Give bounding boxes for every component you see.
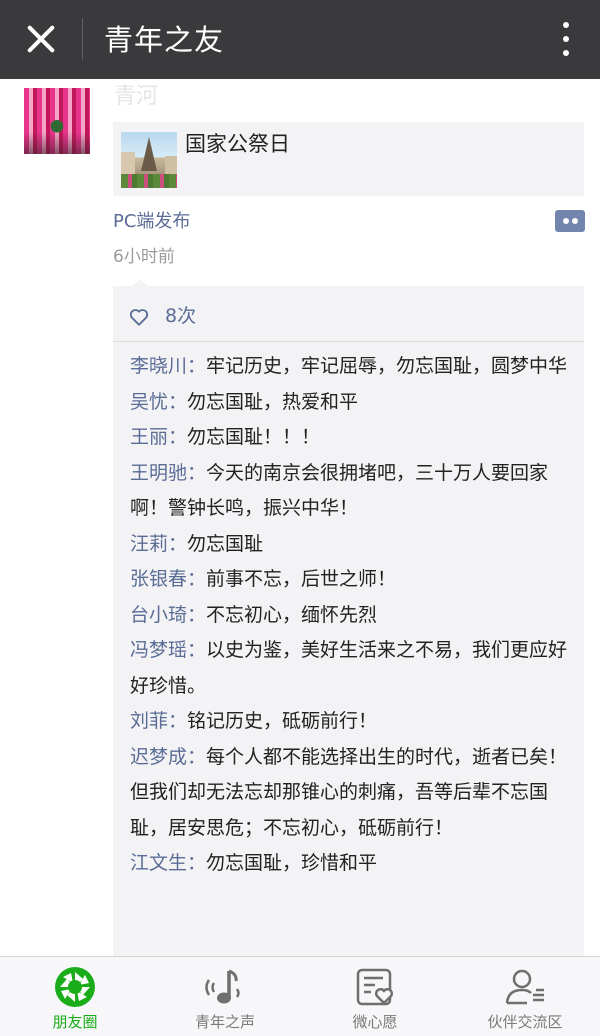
comment-text: 前事不忘，后世之师！ [206,568,397,590]
post-author[interactable]: 青河 [114,84,158,110]
close-icon[interactable] [22,20,60,58]
comment-item[interactable]: 江文生：勿忘国耻，珍惜和平 [130,846,570,882]
shared-link-card[interactable]: 国家公祭日 [113,122,584,196]
wish-card-icon [356,968,393,1006]
likes-divider [113,341,584,342]
comment-author[interactable]: 李晓川 [130,355,187,377]
comment-text: 勿忘国耻，珍惜和平 [206,852,378,874]
comment-icon[interactable] [555,210,585,232]
comment-text: 牢记历史，牢记屈辱，勿忘国耻，圆梦中华 [206,355,568,377]
comment-separator: ： [168,532,188,555]
comment-author[interactable]: 王明驰 [130,462,187,484]
page-title: 青年之友 [104,23,225,57]
comment-item[interactable]: 冯梦瑶：以史为鉴，美好生活来之不易，我们更应好好珍惜。 [130,633,570,704]
moments-camera-icon [55,967,95,1007]
post-time: 6小时前 [113,247,175,267]
avatar[interactable] [24,88,90,154]
more-vertical-icon[interactable] [556,20,576,60]
post-source[interactable]: PC端发布 [113,209,190,235]
comment-author[interactable]: 迟梦成 [130,746,187,768]
likes-count: 8次 [165,305,197,327]
bottom-tab-bar: 朋友圈 青年之声 微心愿 伙伴交流区 [0,956,600,1036]
comment-author[interactable]: 台小琦 [130,604,187,626]
comment-item[interactable]: 张银春：前事不忘，后世之师！ [130,562,570,598]
comment-text: 勿忘国耻 [187,532,264,555]
comment-separator: ： [187,745,207,768]
comment-item[interactable]: 刘菲：铭记历史，砥砺前行！ [130,704,570,740]
comment-author[interactable]: 王丽 [130,426,168,448]
comment-separator: ： [187,603,207,626]
comment-author[interactable]: 刘菲 [130,710,168,732]
comment-text: 勿忘国耻，热爱和平 [187,390,359,413]
tab-youth-voice[interactable]: 青年之声 [150,957,300,1036]
comment-text: 铭记历史，砥砺前行！ [187,710,378,732]
music-note-icon [205,969,240,1004]
comment-author[interactable]: 江文生 [130,852,187,874]
link-thumbnail [121,132,177,188]
comment-separator: ： [187,461,207,484]
comment-text: 勿忘国耻！！！ [187,426,321,448]
tab-partner-exchange[interactable]: 伙伴交流区 [450,957,600,1036]
tab-micro-wish[interactable]: 微心愿 [300,957,450,1036]
comment-separator: ： [168,710,188,732]
comment-item[interactable]: 汪莉：勿忘国耻 [130,527,570,563]
comment-author[interactable]: 吴忧 [130,391,168,413]
comment-separator: ： [168,426,188,448]
comment-item[interactable]: 王丽：勿忘国耻！！！ [130,420,570,456]
comment-text: 不忘初心，缅怀先烈 [206,603,378,626]
comment-author[interactable]: 汪莉 [130,533,168,555]
comment-separator: ： [187,852,207,874]
bar-divider [82,18,83,60]
comment-separator: ： [168,390,188,413]
comment-separator: ： [187,568,207,590]
heart-icon [129,309,149,326]
comment-item[interactable]: 李晓川：牢记历史，牢记屈辱，勿忘国耻，圆梦中华 [130,349,570,385]
tab-moments[interactable]: 朋友圈 [0,957,150,1036]
tab-label: 微心愿 [352,1013,398,1031]
likes-row[interactable]: 8次 [113,294,584,340]
link-title: 国家公祭日 [185,132,290,156]
comment-separator: ： [187,639,207,661]
tab-label: 伙伴交流区 [487,1013,563,1031]
comment-author[interactable]: 张银春 [130,568,187,590]
comment-item[interactable]: 迟梦成：每个人都不能选择出生的时代，逝者已矣！但我们却无法忘却那锥心的刺痛，吾等… [130,740,570,847]
partner-exchange-icon [505,969,544,1005]
tab-label: 青年之声 [194,1013,255,1031]
comment-separator: ： [187,355,207,377]
top-bar: 青年之友 [0,0,600,79]
comment-author[interactable]: 冯梦瑶 [130,639,187,661]
comment-item[interactable]: 王明驰：今天的南京会很拥堵吧，三十万人要回家啊！警钟长鸣，振兴中华！ [130,456,570,527]
comment-list: 李晓川：牢记历史，牢记屈辱，勿忘国耻，圆梦中华 吴忧：勿忘国耻，热爱和平 王丽：勿忘… [130,349,570,882]
likes-comments-panel: 8次 李晓川：牢记历史，牢记屈辱，勿忘国耻，圆梦中华 吴忧：勿忘国耻，热爱和平 王丽… [113,279,584,966]
comment-item[interactable]: 台小琦：不忘初心，缅怀先烈 [130,598,570,634]
comment-item[interactable]: 吴忧：勿忘国耻，热爱和平 [130,385,570,421]
tab-label: 朋友圈 [52,1013,98,1031]
